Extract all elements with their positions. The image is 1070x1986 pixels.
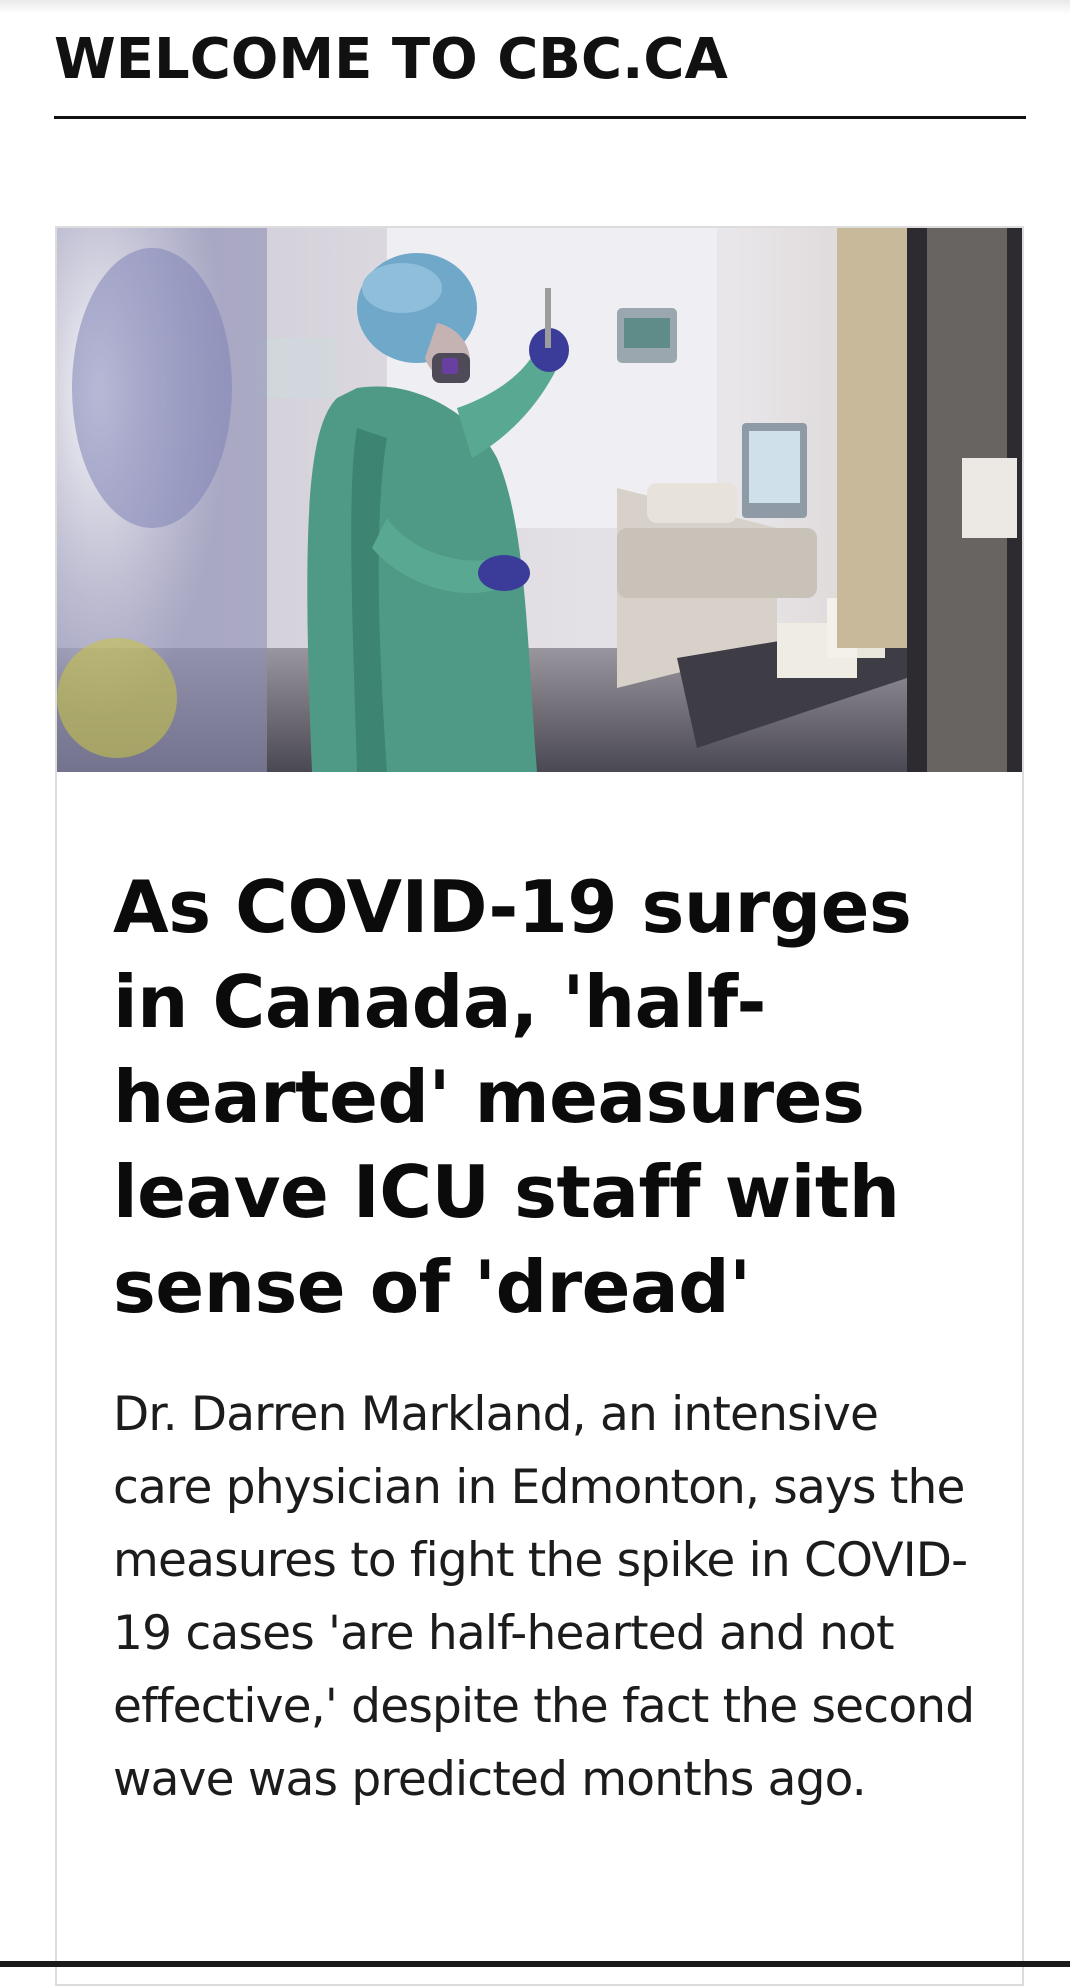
page-header: WELCOME TO CBC.CA	[54, 22, 1026, 119]
site-title: WELCOME TO CBC.CA	[54, 27, 728, 92]
story-card[interactable]: As COVID-19 surges in Canada, 'half-hear…	[55, 226, 1024, 1986]
story-summary: Dr. Darren Markland, an intensive care p…	[113, 1387, 975, 1807]
status-bar-shade	[0, 0, 1070, 14]
story-headline[interactable]: As COVID-19 surges in Canada, 'half-hear…	[113, 860, 973, 1335]
story-image[interactable]	[57, 228, 1022, 772]
bottom-navigation-edge	[0, 1961, 1070, 1967]
